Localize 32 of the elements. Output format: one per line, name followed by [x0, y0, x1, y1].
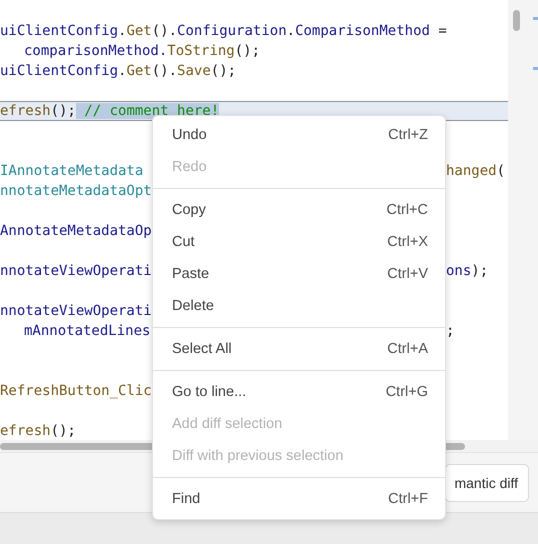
menu-item-label: Add diff selection [172, 416, 282, 432]
code-text: uiClientConfig.Get().Configuration.ComparisonMethod = [0, 22, 447, 40]
menu-item-label: Redo [172, 159, 207, 175]
code-text: RefreshButton_Clic [0, 382, 152, 400]
code-text: efresh(); [0, 422, 76, 440]
shortcut-label: Ctrl+F [388, 491, 428, 507]
menu-item-label: Select All [172, 341, 232, 357]
shortcut-label: Ctrl+X [387, 234, 428, 250]
code-text: ; [446, 322, 454, 340]
shortcut-label: Ctrl+G [386, 384, 428, 400]
code-text: hanged( [446, 162, 506, 180]
shortcut-label: Ctrl+A [387, 341, 428, 357]
menu-item-label: Find [172, 491, 200, 507]
menu-item-label: Undo [172, 127, 207, 143]
code-text: ons); [446, 262, 488, 280]
menu-item-label: Copy [172, 202, 206, 218]
code-text: IAnnotateMetadata [0, 162, 144, 180]
code-text: nnotateViewOperati [0, 262, 152, 280]
menu-item-label: Cut [172, 234, 195, 250]
shortcut-label: Ctrl+Z [388, 127, 428, 143]
menu-item-label: Diff with previous selection [172, 448, 344, 464]
shortcut-label: Ctrl+C [386, 202, 428, 218]
code-text: nnotateMetadataOpt [0, 182, 152, 200]
shortcut-label: Ctrl+V [387, 266, 428, 282]
code-text: uiClientConfig.Get().Save(); [0, 62, 236, 80]
code-text: comparisonMethod.ToString(); [24, 42, 260, 60]
code-text: nnotateViewOperati [0, 302, 152, 320]
code-text: AnnotateMetadataOp [0, 222, 152, 240]
menu-item-label: Paste [172, 266, 210, 282]
menu-item-label: Go to line... [172, 384, 246, 400]
menu-item-label: Delete [172, 298, 214, 314]
code-text: mAnnotatedLines [24, 322, 150, 340]
